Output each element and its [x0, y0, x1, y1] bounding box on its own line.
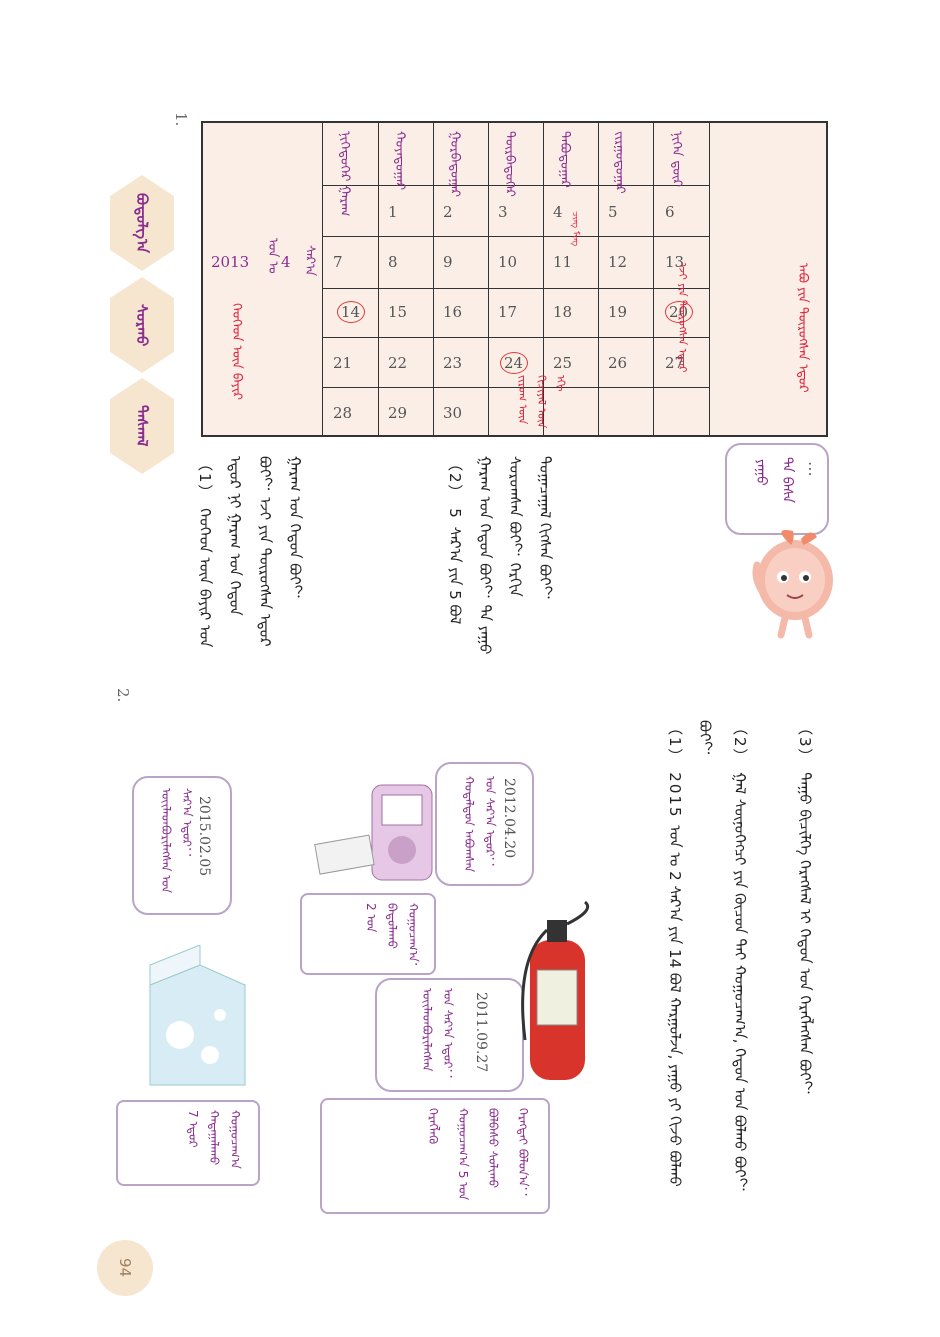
calendar-day: 12 [608, 253, 628, 271]
calendar-day: 18 [553, 303, 573, 321]
section-number-1: 1. [172, 112, 190, 127]
calendar-day: 27 [665, 354, 685, 372]
calendar-day: 22 [388, 354, 408, 372]
calendar-day: 25 [553, 354, 573, 372]
tab-explore-label: ᠪᠣᠳᠣᠯᠭ᠎ᠠ [133, 192, 151, 253]
weekday-header: ᠵᠢᠷᠭᠤᠳᠤᠭᠠᠷ [612, 131, 627, 194]
milk-note-box: 7 ᠡᠳᠦᠷ ᠬᠠᠳᠠᠭᠠᠯᠠᠬᠤ ᠬᠤᠭᠤᠴᠠᠭ᠎ᠠ [116, 1100, 260, 1186]
extinguisher-date-bubble: 2011.09.27 ᠦᠢᠯᠡᠳᠪᠦᠷᠢᠯᠡᠭᠰᠡᠨ ᠣᠨ ᠰᠠᠷ᠎ᠠ ᠡᠳᠦᠷ… [375, 978, 524, 1092]
milk-date: 2015.02.05 [196, 796, 212, 877]
annotation-qingming: ᠴᠢᠩ ᠮᠢᠩ [570, 211, 580, 247]
milk-date-bubble: 2015.02.05 ᠦᠢᠯᠡᠳᠪᠦᠷᠢᠯᠡᠭᠰᠡᠨ ᠣᠨ ᠰᠠᠷ᠎ᠠ ᠡᠳᠦᠷ… [132, 776, 232, 915]
calendar-title-column [203, 123, 323, 435]
mascot-peach-icon [752, 530, 833, 639]
question-2-1: （1） 2015 ᠣᠨ ᠤ 2 ᠰᠠᠷ᠎ᠠ ᠶᠢᠨ 14 ᠪᠣᠯ ᠬᠠᠷᠭᠤᠯᠵ… [666, 720, 714, 1187]
milk-date-label: ᠦᠢᠯᠡᠳᠪᠦᠷᠢᠯᠡᠭᠰᠡᠨ ᠣᠨ ᠰᠠᠷ᠎ᠠ ᠡᠳᠦᠷ： [159, 788, 194, 894]
weekday-header: ᠨᠢᠭᠡᠨ ᠳ᠋ᠦᠷ [669, 131, 684, 187]
calendar-day: 26 [608, 354, 628, 372]
calendar-day: 16 [443, 303, 463, 321]
speech-dots: ⋯ [801, 461, 820, 477]
calendar-day: 3 [498, 203, 508, 221]
question-1-2: （2） 5 ᠰᠠᠷ᠎ᠠ ᠶᠢᠨ 5 ᠪᠣᠯ ᠭᠠᠷᠠᠭ ᠤᠨ ᠬᠡᠳᠦᠨ ᠪᠤᠢ… [446, 456, 554, 655]
tab-explore[interactable]: ᠪᠣᠳᠣᠯᠭ᠎ᠠ [110, 175, 174, 271]
recorder-note-box: 2 ᠣᠨ ᠪᠠᠲᠤᠯᠠᠬᠤ ᠬᠤᠭᠤᠴᠠᠭ᠎ᠠ： [300, 893, 436, 975]
recorder-date-label: ᠬᠤᠳᠠᠯᠳᠤᠨ ᠠᠪᠤᠭᠰᠠᠨ ᠣᠨ ᠰᠠᠷ᠎ᠠ ᠡᠳᠦᠷ： [462, 776, 497, 873]
calendar-day: 21 [333, 354, 353, 372]
question-1-1: （1） ᠬᠡᠦᠬᠡᠳ ᠦᠨ ᠪᠠᠶᠢᠷ ᠤᠨ ᠡᠳᠦᠷ ᠨᠢ ᠭᠠᠷᠠᠭ ᠤᠨ … [196, 456, 304, 648]
tab-practice-label: ᠳᠠᠰᠬᠠᠯ [133, 405, 151, 447]
calendar: 2013 ᠣᠨ ᠤ 4 ᠰᠠᠷ᠎ᠠ ᠬᠡᠦᠬᠡᠳ ᠦᠨ ᠪᠠᠶᠢᠷ ᠠᠪᠤ ᠶᠢ… [201, 121, 828, 437]
recorder-date: 2012.04.20 [501, 778, 517, 859]
weekday-header: ᠲᠠᠪᠤᠳᠤᠭᠠᠷ [557, 131, 572, 188]
extinguisher-date-label: ᠦᠢᠯᠡᠳᠪᠦᠷᠢᠯᠡᠭᠰᠡᠨ ᠣᠨ ᠰᠠᠷ᠎ᠠ ᠡᠳᠦᠷ： [420, 988, 455, 1081]
calendar-day: 2 [443, 203, 453, 221]
calendar-day: 17 [498, 303, 518, 321]
fire-extinguisher-icon [521, 900, 590, 1080]
calendar-day: 14 [341, 303, 361, 321]
tab-practice[interactable]: ᠳᠠᠰᠬᠠᠯ [110, 378, 174, 474]
calendar-day: 29 [388, 404, 408, 422]
page-number: 94 [116, 1258, 134, 1278]
calendar-day: 10 [498, 253, 518, 271]
calendar-day: 30 [443, 404, 463, 422]
question-2-3: （3） ᠳᠠᠭᠤ ᠪᠢᠴᠢᠯᠭᠡ ᠬᠡᠷᠡᠭᠰᠡᠯ ᠢ ᠬᠡᠳᠦᠨ ᠣᠨ ᠬᠡᠷ… [796, 720, 814, 1096]
question-2-2: （2） ᠭᠠᠯ ᠰᠥᠨᠦᠭᠡᠭᠴᠢ ᠶᠢᠨ ᠬᠦᠴᠦᠨ ᠲᠠᠢ ᠬᠤᠭᠤᠴᠠᠭ᠎… [731, 720, 749, 1193]
weekday-header: ᠳᠥᠷᠪᠡᠳᠦᠭᠡᠷ [502, 131, 517, 197]
calendar-month-suffix: ᠰᠠᠷ᠎ᠠ [302, 245, 317, 277]
calendar-year: 2013 [211, 253, 250, 271]
annotation-childrens-day: ᠬᠡᠦᠬᠡᠳ ᠦᠨ ᠪᠠᠶᠢᠷ [229, 303, 244, 401]
tab-learn-label: ᠰᠤᠷᠬᠤ [133, 303, 151, 347]
calendar-day: 11 [553, 253, 573, 271]
extinguisher-note: ᠬᠡᠷᠡᠭᠯᠡᠬᠦ ᠬᠤᠭᠤᠴᠠᠭ᠎ᠠ 5 ᠣᠨ ᠪᠣᠯᠪᠠᠰᠤ ᠰᠣᠯᠢᠬᠤ … [426, 1108, 530, 1201]
calendar-day: 19 [608, 303, 628, 321]
calendar-day: 6 [665, 203, 675, 221]
tab-learn[interactable]: ᠰᠤᠷᠬᠤ [110, 277, 174, 373]
calendar-month: 4 [281, 253, 291, 271]
recorder-date-bubble: 2012.04.20 ᠬᠤᠳᠠᠯᠳᠤᠨ ᠠᠪᠤᠭᠰᠠᠨ ᠣᠨ ᠰᠠᠷ᠎ᠠ ᠡᠳᠦ… [435, 762, 534, 886]
calendar-day: 8 [388, 253, 398, 271]
weekday-header: ᠭᠤᠷᠪᠠᠳᠤᠭᠠᠷ [447, 131, 462, 198]
speech-line-2: ᠶᠠᠭᠤ [753, 459, 769, 486]
calendar-day: 9 [443, 253, 453, 271]
speech-bubble: ⋯ ᠲᠠ ᠪᠠᠰᠠ ᠶᠠᠭᠤ [725, 443, 829, 535]
milk-carton-icon [149, 945, 246, 1086]
calendar-day: 4 [553, 203, 563, 221]
tape-recorder-icon [314, 784, 433, 881]
milk-note: 7 ᠡᠳᠦᠷ ᠬᠠᠳᠠᠭᠠᠯᠠᠬᠤ ᠬᠤᠭᠤᠴᠠᠭ᠎ᠠ [186, 1110, 242, 1169]
page-number-badge: 94 [97, 1240, 153, 1296]
annotation-art-festival: ᠵᠢᠷᠤᠭ ᠦᠨ ᠬᠢᠴᠢᠶᠡᠯ ᠦᠨ ᠡᠬᠢ [516, 375, 567, 429]
speech-line-1: ᠲᠠ ᠪᠠᠰᠠ [779, 457, 795, 504]
calendar-day: 5 [608, 203, 618, 221]
calendar-day: 7 [333, 253, 343, 271]
extinguisher-date: 2011.09.27 [473, 992, 489, 1073]
calendar-day: 1 [388, 203, 398, 221]
calendar-day: 28 [333, 404, 353, 422]
calendar-day: 15 [388, 303, 408, 321]
recorder-note: 2 ᠣᠨ ᠪᠠᠲᠤᠯᠠᠬᠤ ᠬᠤᠭᠤᠴᠠᠭ᠎ᠠ： [364, 903, 420, 967]
calendar-day: 23 [443, 354, 463, 372]
annotation-grandpa-birthday: ᠠᠪᠤ ᠶᠢᠨ ᠲᠥᠷᠦᠭᠰᠡᠨ ᠡᠳᠦᠷ [795, 263, 810, 393]
weekday-header: ᠨᠢᠭᠡᠳᠦᠭᠡᠷ ᠭᠠᠷᠠᠭ [337, 131, 352, 217]
extinguisher-note-box: ᠬᠡᠷᠡᠭᠯᠡᠬᠦ ᠬᠤᠭᠤᠴᠠᠭ᠎ᠠ 5 ᠣᠨ ᠪᠣᠯᠪᠠᠰᠤ ᠰᠣᠯᠢᠬᠤ … [320, 1098, 550, 1214]
section-number-2: 2. [114, 688, 132, 703]
weekday-header: ᠬᠣᠶᠠᠳᠤᠭᠠᠷ [392, 131, 407, 191]
calendar-day: 24 [504, 354, 524, 372]
